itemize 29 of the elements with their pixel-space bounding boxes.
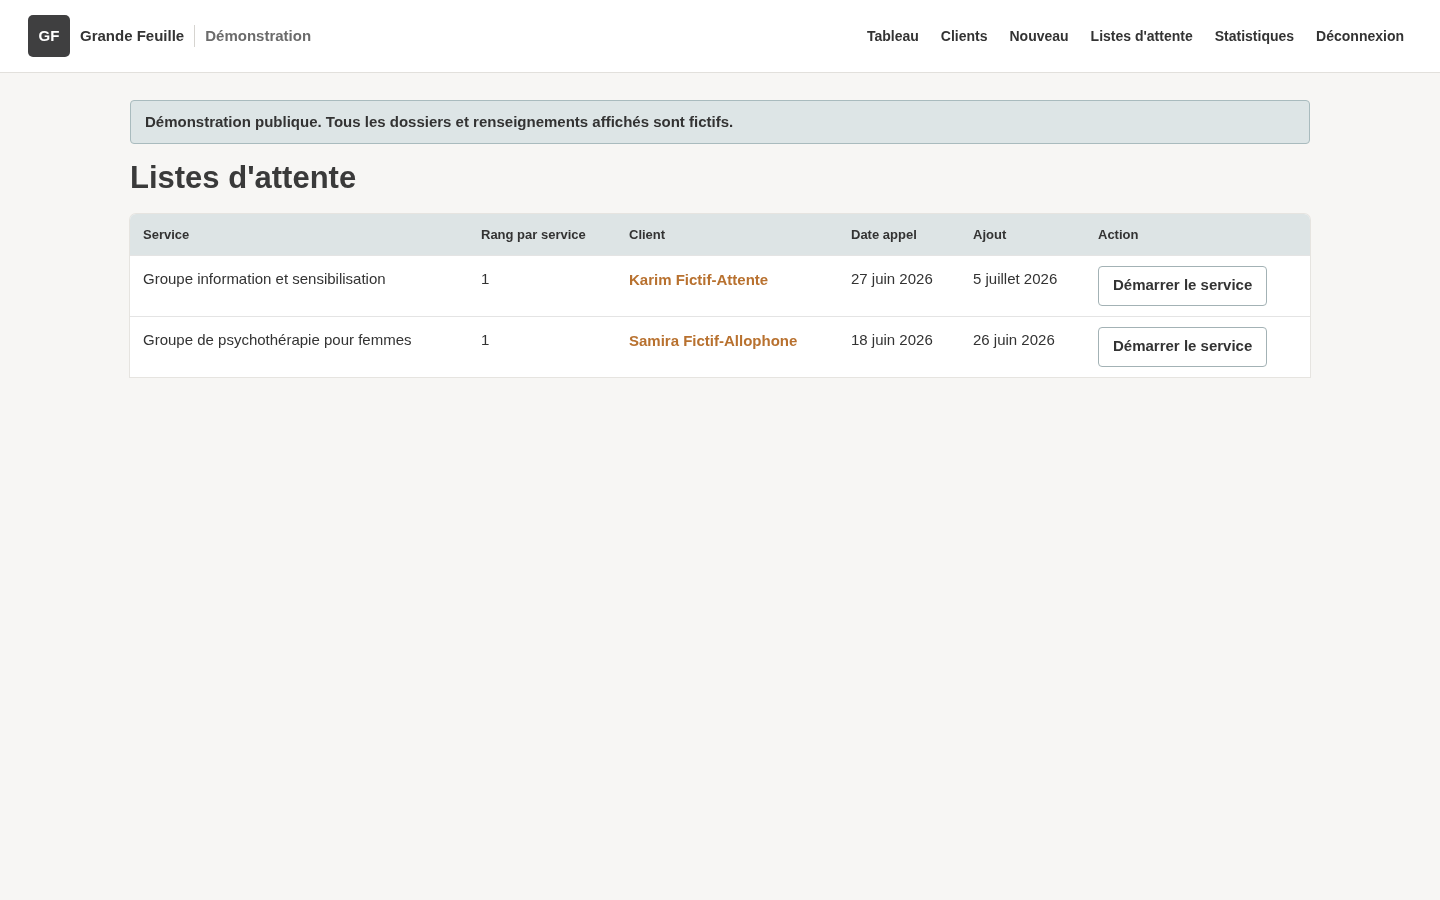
nav-link[interactable]: Statistiques (1214, 25, 1295, 47)
nav-link[interactable]: Déconnexion (1316, 25, 1404, 47)
column-header: Service (130, 214, 468, 255)
nav-link[interactable]: Tableau (866, 25, 919, 47)
column-header: Rang par service (468, 214, 616, 255)
nav-link[interactable]: Nouveau (1009, 25, 1069, 47)
column-header: Client (616, 214, 838, 255)
nav-link[interactable]: Clients (940, 25, 988, 47)
environment-label: Démonstration (205, 25, 312, 46)
table-cell: 26 juin 2026 (960, 316, 1085, 377)
table-cell: Groupe information et sensibilisation (130, 255, 468, 316)
column-header: Ajout (960, 214, 1085, 255)
client-link[interactable]: Karim Fictif-Attente (629, 270, 769, 288)
table-cell: 5 juillet 2026 (960, 255, 1085, 316)
page-title: Listes d'attente (130, 160, 358, 196)
column-header: Date appel (838, 214, 960, 255)
start-service-button[interactable]: Démarrer le service (1098, 265, 1268, 306)
notice-banner: Démonstration publique. Tous les dossiers et renseignements affichés sont fictifs. (130, 100, 1310, 144)
table-cell: 27 juin 2026 (838, 255, 960, 316)
brand-name: Grande Feuille (80, 25, 185, 46)
nav-link[interactable]: Listes d'attente (1090, 25, 1193, 47)
logo[interactable]: GF (28, 15, 70, 57)
table-cell: 1 (468, 316, 616, 377)
table-cell: 1 (468, 255, 616, 316)
client-link[interactable]: Samira Fictif-Allophone (629, 331, 798, 349)
start-service-button[interactable]: Démarrer le service (1098, 326, 1268, 367)
table-cell: 18 juin 2026 (838, 316, 960, 377)
column-header: Action (1085, 214, 1310, 255)
table-cell: Groupe de psychothérapie pour femmes (130, 316, 468, 377)
